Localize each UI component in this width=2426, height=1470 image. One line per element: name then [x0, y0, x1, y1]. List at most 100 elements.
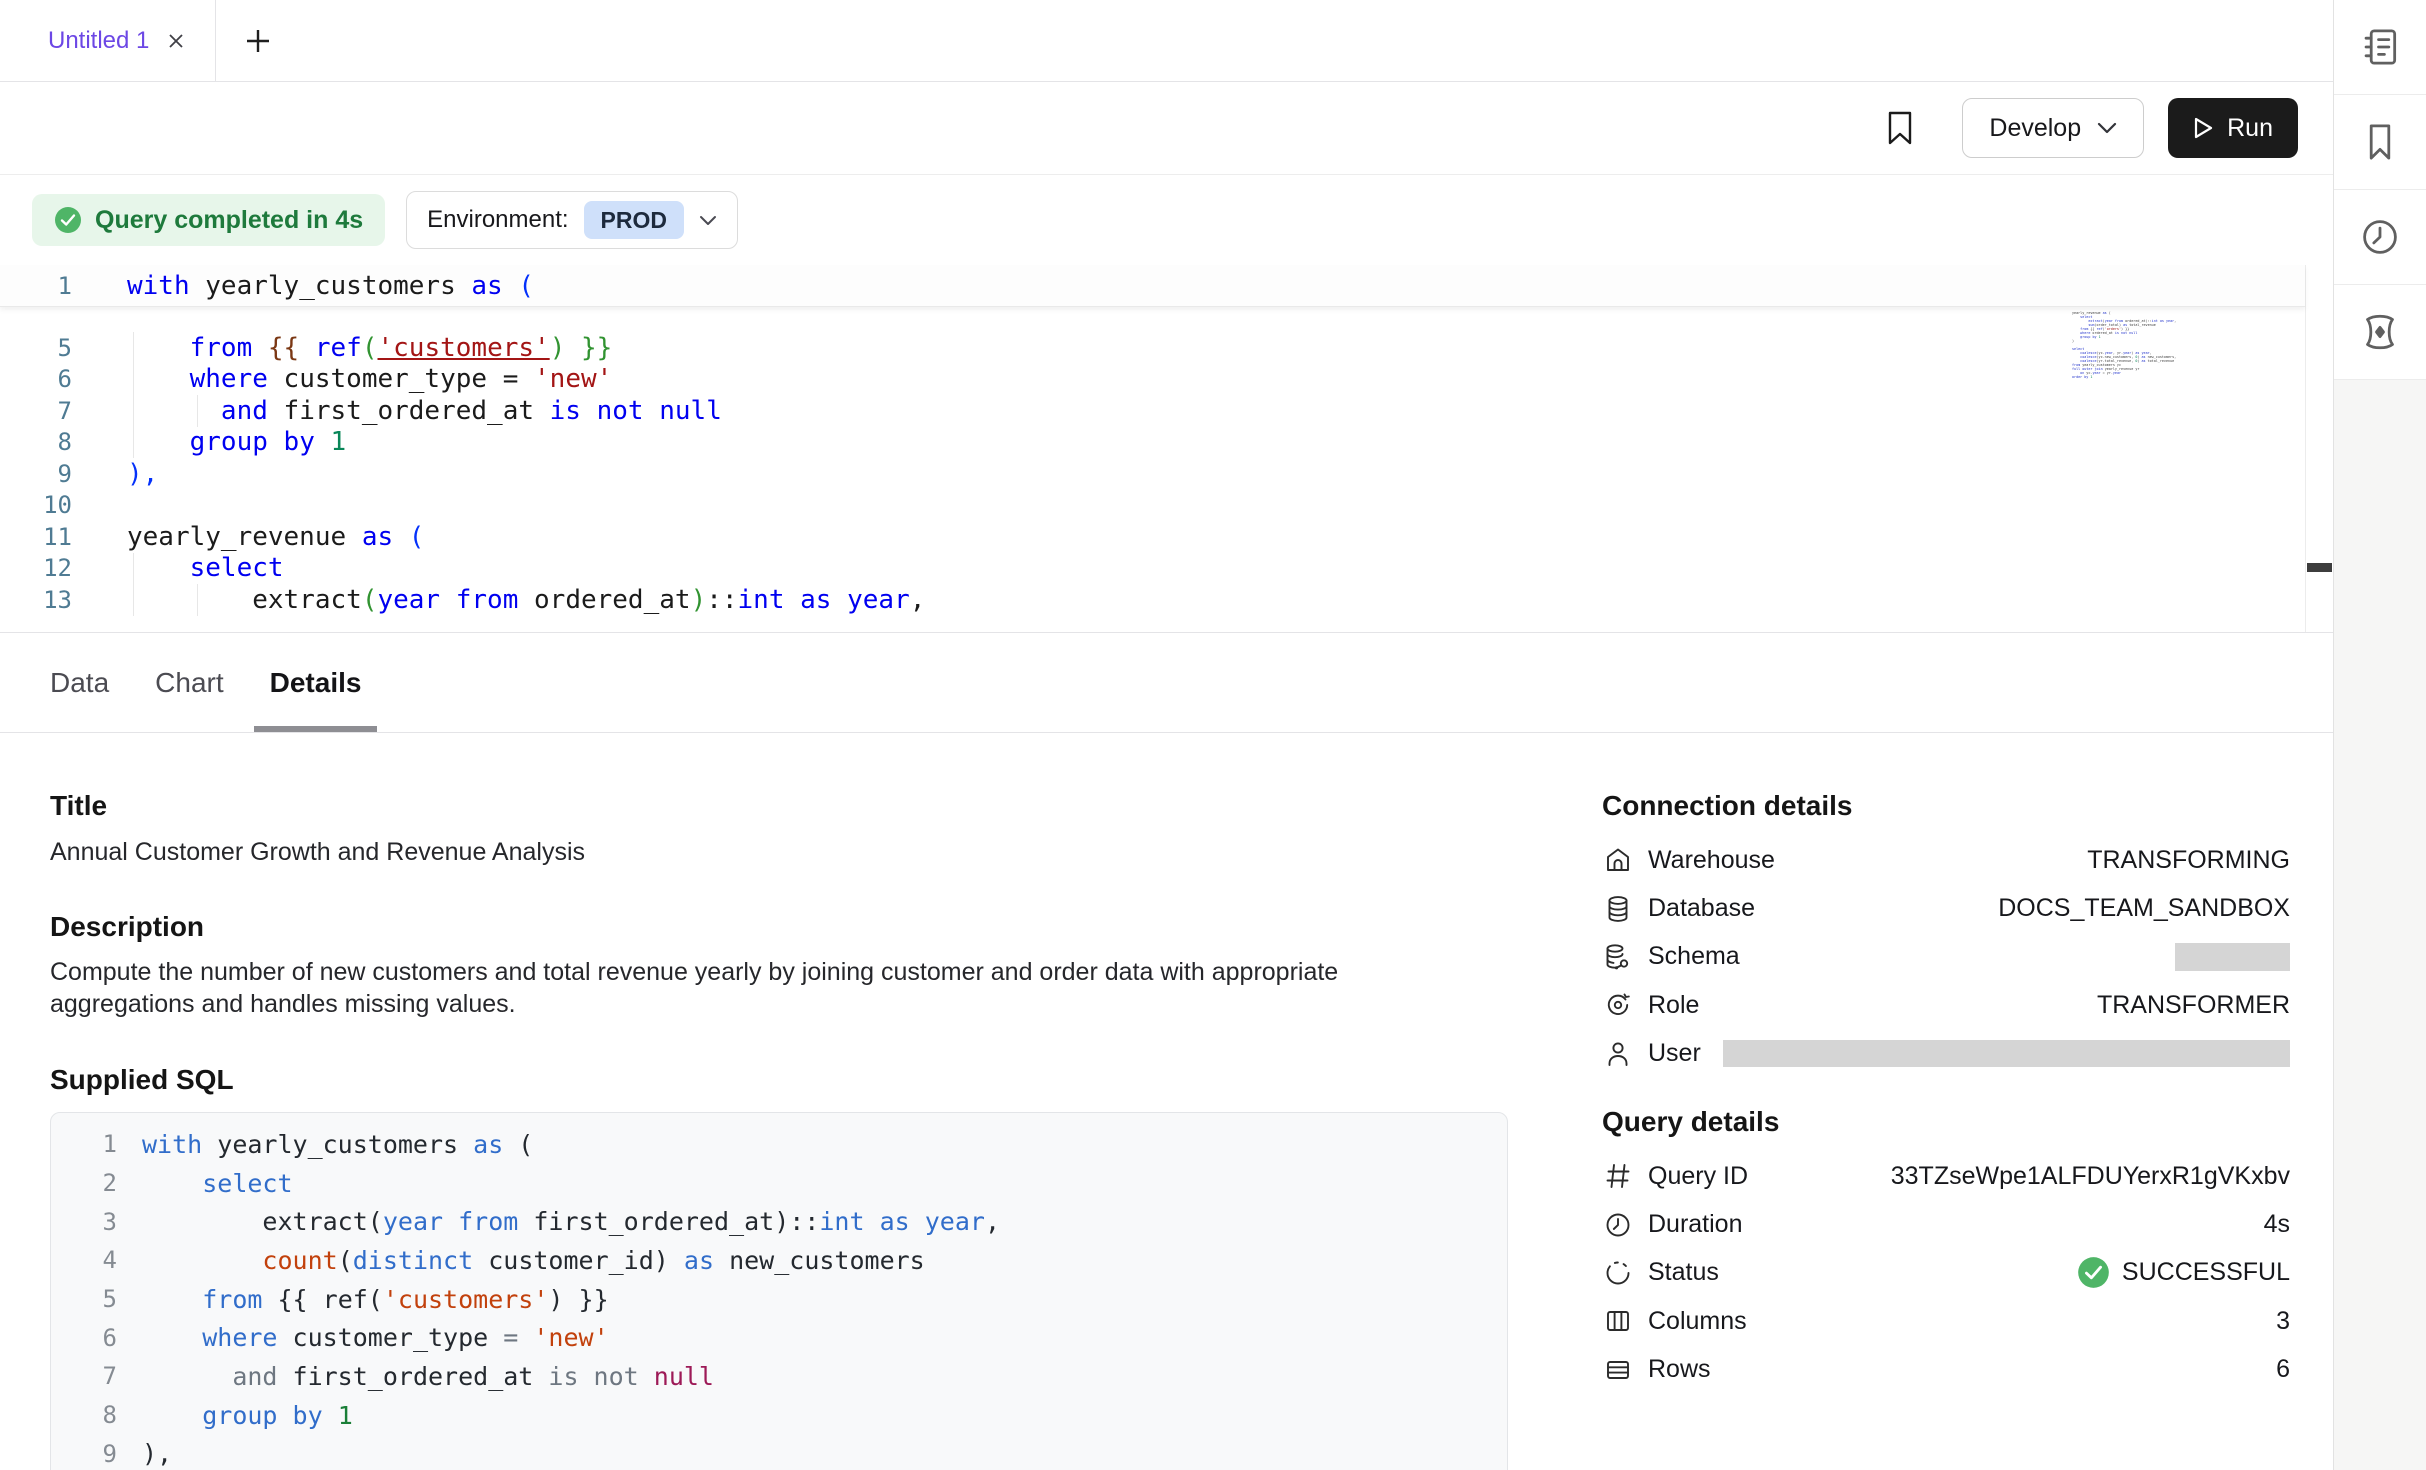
code-line[interactable]: 5 from {{ ref('customers') }} — [51, 1280, 1507, 1319]
tab-details[interactable]: Details — [254, 633, 378, 732]
tab-data[interactable]: Data — [34, 633, 125, 732]
app-window: Untitled 1 Develop Run — [0, 0, 2426, 1470]
supplied-sql-block: 1with yearly_customers as (2 select3 ext… — [50, 1112, 1508, 1470]
main-area: Untitled 1 Develop Run — [0, 0, 2333, 1470]
spinner-icon — [1602, 1258, 1634, 1288]
code-line[interactable]: 9), — [0, 458, 2305, 490]
close-tab-icon[interactable] — [165, 30, 187, 52]
run-button[interactable]: Run — [2168, 98, 2298, 158]
detail-row-query-id: Query ID 33TZseWpe1ALFDUYerxR1gVKxbv — [1602, 1152, 2290, 1200]
code-line[interactable]: 10 — [0, 490, 2305, 522]
run-label: Run — [2227, 114, 2273, 143]
scrollbar-thumb[interactable] — [2307, 563, 2332, 572]
details-panel: Title Annual Customer Growth and Revenue… — [0, 733, 2333, 1470]
code-text: count(distinct customer_id) as new_custo… — [142, 1246, 925, 1275]
sidebar-button-bookmark[interactable] — [2334, 95, 2426, 190]
code-text: group by 1 — [127, 427, 346, 457]
code-line[interactable]: 12 select — [0, 553, 2305, 585]
tab-label: Untitled 1 — [48, 27, 149, 55]
detail-value: 6 — [2276, 1355, 2290, 1384]
detail-row-rows: Rows6 — [1602, 1346, 2290, 1394]
new-tab-button[interactable] — [216, 0, 300, 81]
description-value: Compute the number of new customers and … — [50, 957, 1395, 1020]
code-line[interactable]: 7 and first_ordered_at is not null — [0, 395, 2305, 427]
code-text: ), — [127, 459, 158, 489]
connection-details-heading: Connection details — [1602, 790, 2290, 822]
play-icon — [2193, 116, 2214, 140]
sidebar-button-notebook[interactable] — [2334, 0, 2426, 95]
develop-label: Develop — [1989, 114, 2081, 143]
code-line[interactable]: 1with yearly_customers as ( — [51, 1125, 1507, 1164]
code-text: and first_ordered_at is not null — [127, 396, 722, 426]
code-line[interactable]: 1with yearly_customers as ( — [0, 270, 534, 302]
editor-scrollbar[interactable] — [2305, 265, 2333, 632]
schema-icon — [1602, 942, 1634, 972]
environment-dropdown[interactable]: Environment: PROD — [406, 191, 738, 249]
code-line[interactable]: 5 from {{ ref('customers') }} — [0, 332, 2305, 364]
code-line[interactable]: 8 group by 1 — [0, 427, 2305, 459]
indent-guide — [197, 395, 198, 427]
line-number: 8 — [51, 1401, 117, 1429]
indent-guide — [133, 584, 134, 616]
editor-lines[interactable]: 5 from {{ ref('customers') }}6 where cus… — [0, 332, 2305, 616]
role-icon — [1602, 990, 1634, 1020]
code-text: from {{ ref('customers') }} — [142, 1285, 609, 1314]
history-icon — [2358, 215, 2402, 259]
code-line[interactable]: 2 select — [51, 1164, 1507, 1203]
detail-value: TRANSFORMING — [2087, 846, 2290, 875]
line-number: 5 — [0, 334, 72, 362]
code-line[interactable]: 6 where customer_type = 'new' — [0, 364, 2305, 396]
model-ref-link[interactable]: 'customers' — [378, 333, 550, 363]
code-line[interactable]: 11yearly_revenue as ( — [0, 521, 2305, 553]
detail-row-database: DatabaseDOCS_TEAM_SANDBOX — [1602, 884, 2290, 932]
detail-label: Status — [1648, 1258, 1719, 1287]
database-icon — [1602, 894, 1634, 924]
line-number: 2 — [51, 1169, 117, 1197]
sidebar-button-history[interactable] — [2334, 190, 2426, 285]
code-line[interactable]: 9), — [51, 1435, 1507, 1470]
sql-editor[interactable]: 5 from {{ ref('customers') }}6 where cus… — [0, 265, 2333, 633]
line-number: 10 — [0, 491, 72, 519]
line-number: 7 — [0, 397, 72, 425]
bookmark-icon — [2358, 120, 2402, 164]
line-number: 9 — [51, 1440, 117, 1468]
chevron-down-icon — [699, 215, 717, 226]
detail-row-warehouse: WarehouseTRANSFORMING — [1602, 836, 2290, 884]
detail-label: Duration — [1648, 1210, 1743, 1239]
detail-value: 3 — [2276, 1307, 2290, 1336]
develop-dropdown[interactable]: Develop — [1962, 98, 2144, 158]
line-number: 13 — [0, 586, 72, 614]
tab-untitled-1[interactable]: Untitled 1 — [0, 0, 216, 81]
toolbar: Develop Run — [0, 82, 2333, 175]
editor-sticky-line[interactable]: 1with yearly_customers as ( — [0, 265, 2305, 307]
code-line[interactable]: 6 where customer_type = 'new' — [51, 1318, 1507, 1357]
details-left-pane: Title Annual Customer Growth and Revenue… — [50, 790, 1510, 1470]
detail-value: 33TZseWpe1ALFDUYerxR1gVKxbv — [1891, 1162, 2290, 1191]
code-line[interactable]: 8 group by 1 — [51, 1396, 1507, 1435]
code-text: group by 1 — [142, 1401, 353, 1430]
columns-icon — [1602, 1306, 1634, 1336]
code-line[interactable]: 4 count(distinct customer_id) as new_cus… — [51, 1241, 1507, 1280]
detail-value: TRANSFORMER — [2097, 991, 2290, 1020]
tab-chart[interactable]: Chart — [139, 633, 239, 732]
environment-label: Environment: — [427, 206, 568, 234]
clock-icon — [1602, 1210, 1634, 1240]
details-right-pane: Connection details WarehouseTRANSFORMING… — [1602, 790, 2290, 1394]
bookmark-button[interactable] — [1886, 110, 1914, 146]
sidebar-button-copilot[interactable] — [2334, 285, 2426, 380]
copilot-icon — [2358, 310, 2402, 354]
status-message: Query completed in 4s — [95, 206, 363, 235]
code-line[interactable]: 3 extract(year from first_ordered_at)::i… — [51, 1202, 1507, 1241]
detail-label: Query ID — [1648, 1162, 1748, 1191]
detail-row-duration: Duration4s — [1602, 1200, 2290, 1248]
detail-row-status: StatusSUCCESSFUL — [1602, 1249, 2290, 1297]
code-line[interactable]: 13 extract(year from ordered_at)::int as… — [0, 584, 2305, 616]
code-line[interactable]: 7 and first_ordered_at is not null — [51, 1357, 1507, 1396]
code-text: where customer_type = 'new' — [142, 1323, 609, 1352]
redacted-value — [2175, 943, 2290, 971]
code-text: from {{ ref('customers') }} — [127, 333, 612, 363]
detail-row-columns: Columns3 — [1602, 1297, 2290, 1345]
warehouse-icon — [1602, 845, 1634, 875]
title-heading: Title — [50, 790, 1510, 822]
code-text: with yearly_customers as ( — [127, 271, 534, 301]
